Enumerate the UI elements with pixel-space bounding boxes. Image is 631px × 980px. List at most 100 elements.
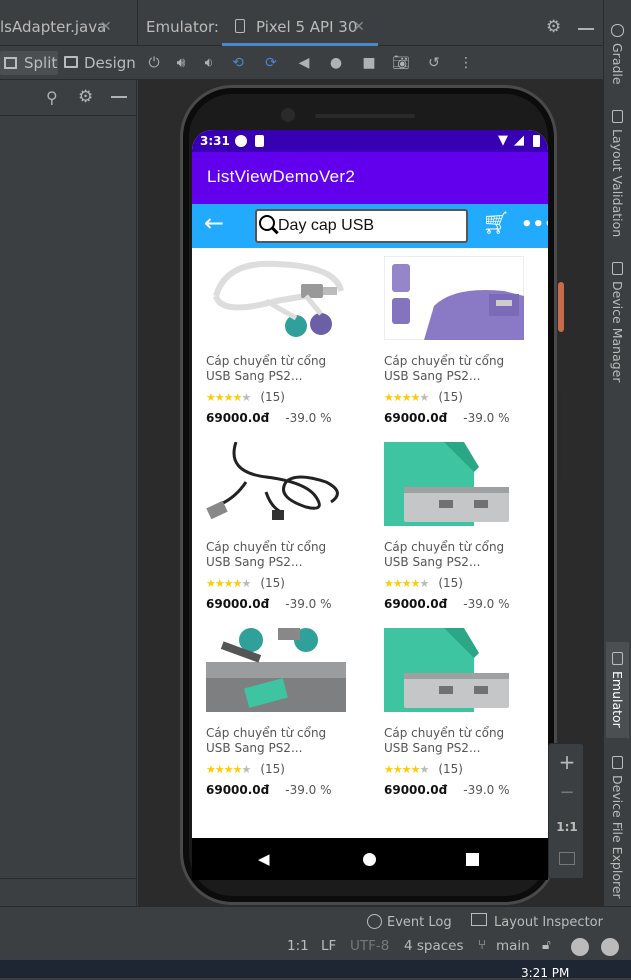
split-button[interactable]: Split <box>0 51 58 75</box>
tool-tab-emulator[interactable]: Emulator <box>606 642 629 738</box>
zoom-actual-button[interactable]: 1:1 <box>549 820 585 834</box>
tool-window-bar: Event Log Layout Inspector <box>0 906 631 936</box>
minimize-icon[interactable] <box>111 96 127 98</box>
editor-tab-row: lsAdapter.java ✕ Emulator: Pixel 5 API 3… <box>0 0 603 46</box>
product-card[interactable]: Cáp chuyển từ cổng USB Sang PS2... ★★★★★… <box>206 628 356 814</box>
product-image <box>206 256 346 340</box>
rotate-left-icon[interactable]: ⟲ <box>229 54 247 72</box>
split-label: Split <box>24 54 58 72</box>
more-icon[interactable]: ⋮ <box>457 54 475 72</box>
search-icon[interactable]: ⚲ <box>46 88 58 107</box>
product-price: 69000.0đ <box>384 411 448 425</box>
product-price: 69000.0đ <box>206 783 270 797</box>
product-name: Cáp chuyển từ cổng USB Sang PS2... <box>206 354 327 383</box>
file-encoding[interactable]: UTF-8 <box>350 938 389 954</box>
stars-icon: ★★★★★ <box>384 576 429 590</box>
phone-screen: 3:31 ▼ ◢ ListViewDemoVer2 ← Day cap USB … <box>192 130 548 880</box>
caret-position[interactable]: 1:1 <box>287 938 309 954</box>
rotate-right-icon[interactable]: ⟳ <box>262 54 280 72</box>
volume-side-button[interactable] <box>558 390 562 480</box>
product-price-row: 69000.0đ -39.0 % <box>384 597 510 611</box>
product-name: Cáp chuyển từ cổng USB Sang PS2... <box>206 726 327 755</box>
close-icon[interactable]: ✕ <box>100 19 112 35</box>
search-input[interactable]: Day cap USB <box>255 209 468 243</box>
product-name: Cáp chuyển từ cổng USB Sang PS2... <box>206 540 327 569</box>
volume-down-icon[interactable]: 🔉︎ <box>200 54 218 72</box>
home-icon[interactable]: ● <box>327 54 345 72</box>
tool-tab-device-manager[interactable]: Device Manager <box>610 262 625 383</box>
nav-recents-icon[interactable] <box>466 853 479 866</box>
indent-setting[interactable]: 4 spaces <box>404 938 464 954</box>
zoom-out-button[interactable]: − <box>549 782 585 803</box>
os-taskbar: 3:21 PM <box>0 960 631 980</box>
power-icon[interactable]: ⏻ <box>145 54 163 72</box>
editor-tab-file[interactable]: lsAdapter.java <box>0 18 106 36</box>
battery-icon <box>533 135 540 147</box>
left-panel-header: ⚲ ⚙ <box>0 80 137 116</box>
product-card[interactable]: Cáp chuyển từ cổng USB Sang PS2... ★★★★★… <box>206 256 356 442</box>
tool-tab-gradle[interactable]: Gradle <box>610 24 625 85</box>
tool-tab-label: Device File Explorer <box>610 775 625 899</box>
design-button[interactable]: Design <box>63 51 136 75</box>
overview-icon[interactable]: ■ <box>360 54 378 72</box>
status-bar: 1:1 LF UTF-8 4 spaces ⑂ main 🔓︎ <box>0 936 631 960</box>
device-tab-label: Pixel 5 API 30 <box>256 18 358 36</box>
product-price: 69000.0đ <box>206 411 270 425</box>
emulator-icon <box>612 652 623 665</box>
nav-home-icon[interactable] <box>363 853 376 866</box>
stars-icon: ★★★★★ <box>384 762 429 776</box>
close-icon[interactable]: ✕ <box>353 19 365 35</box>
lock-icon[interactable]: 🔓︎ <box>542 937 551 953</box>
sad-face-icon[interactable] <box>601 938 619 956</box>
device-manager-icon <box>612 262 623 275</box>
tool-tab-label: Layout Validation <box>610 129 625 238</box>
power-side-button[interactable] <box>558 282 564 332</box>
right-tool-strip: Gradle Layout Validation Device Manager … <box>603 0 631 906</box>
design-label: Design <box>84 54 136 72</box>
cart-icon[interactable]: 🛒︎ <box>482 211 510 236</box>
device-tab[interactable]: Pixel 5 API 30 ✕ <box>222 14 378 46</box>
rating-count: (15) <box>260 576 285 590</box>
product-price-row: 69000.0đ -39.0 % <box>384 783 510 797</box>
product-card[interactable]: Cáp chuyển từ cổng USB Sang PS2... ★★★★★… <box>206 442 356 628</box>
divider <box>137 0 138 46</box>
zoom-controls: + − 1:1 <box>548 743 584 879</box>
phone-icon <box>235 19 245 33</box>
rating-count: (15) <box>438 762 463 776</box>
product-image <box>206 442 346 526</box>
device-file-explorer-icon <box>612 756 623 769</box>
product-discount: -39.0 % <box>463 783 510 797</box>
gear-icon[interactable]: ⚙ <box>546 17 561 37</box>
event-log-button[interactable]: Event Log <box>387 915 452 930</box>
tool-tab-layout-validation[interactable]: Layout Validation <box>610 110 625 237</box>
camera-icon <box>281 108 295 122</box>
happy-face-icon[interactable] <box>571 938 589 956</box>
volume-up-icon[interactable]: 🔊︎ <box>172 54 190 72</box>
product-discount: -39.0 % <box>285 411 332 425</box>
product-name: Cáp chuyển từ cổng USB Sang PS2... <box>384 354 505 383</box>
search-toolbar: ← Day cap USB 🛒︎ ••• <box>192 204 548 248</box>
more-options-icon[interactable]: ••• <box>521 214 548 235</box>
snapshot-icon[interactable]: ↺ <box>425 54 443 72</box>
gradle-icon <box>611 24 624 37</box>
minimize-icon[interactable] <box>578 28 594 30</box>
speaker-grille <box>315 114 415 118</box>
product-discount: -39.0 % <box>285 783 332 797</box>
fit-screen-icon[interactable] <box>559 852 575 865</box>
line-separator[interactable]: LF <box>321 938 336 954</box>
layout-inspector-button[interactable]: Layout Inspector <box>494 915 603 930</box>
product-price: 69000.0đ <box>384 597 448 611</box>
zoom-in-button[interactable]: + <box>549 750 585 774</box>
product-card[interactable]: Cáp chuyển từ cổng USB Sang PS2... ★★★★★… <box>384 256 534 442</box>
product-rating: ★★★★★ (15) <box>206 576 285 590</box>
notification-icon <box>235 135 247 147</box>
back-icon[interactable]: ◀ <box>295 54 313 72</box>
product-card[interactable]: Cáp chuyển từ cổng USB Sang PS2... ★★★★★… <box>384 628 534 814</box>
tool-tab-device-file-explorer[interactable]: Device File Explorer <box>610 756 625 899</box>
git-branch[interactable]: main <box>496 938 530 954</box>
camera-icon[interactable]: 📷︎ <box>392 54 410 72</box>
product-card[interactable]: Cáp chuyển từ cổng USB Sang PS2... ★★★★★… <box>384 442 534 628</box>
gear-icon[interactable]: ⚙ <box>78 87 93 107</box>
arrow-left-icon[interactable]: ← <box>204 209 224 237</box>
nav-back-icon[interactable]: ◀ <box>258 850 270 868</box>
